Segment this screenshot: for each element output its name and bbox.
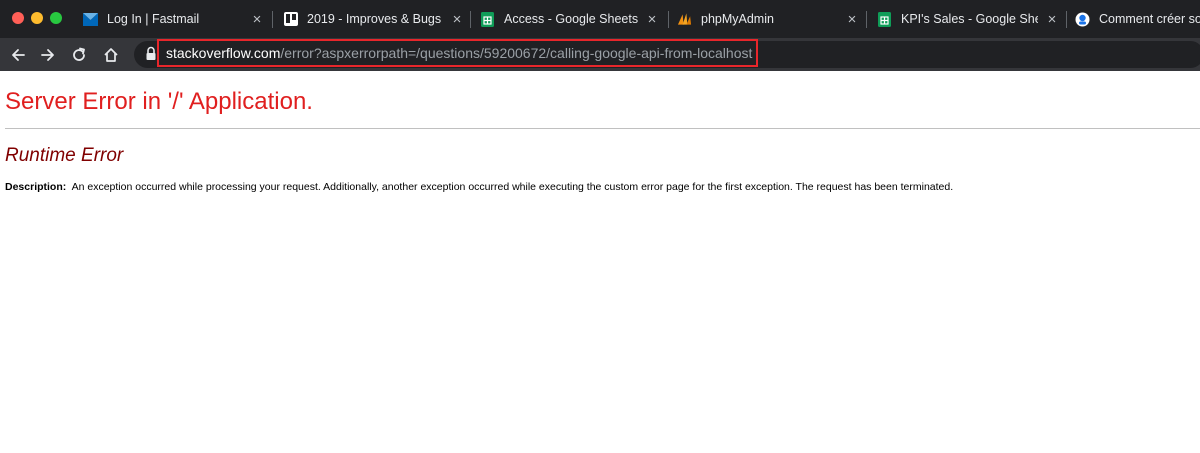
- error-description: Description: An exception occurred while…: [5, 181, 953, 193]
- home-icon: [104, 47, 118, 62]
- reload-icon: [73, 47, 85, 61]
- divider: [5, 128, 1200, 129]
- google-sheets-icon: [877, 11, 892, 27]
- google-sheets-icon: [480, 11, 495, 27]
- tab-close-icon[interactable]: ×: [644, 11, 660, 28]
- reload-button[interactable]: [66, 38, 92, 71]
- phpmyadmin-icon: [677, 12, 692, 27]
- page-icon: [1075, 12, 1090, 27]
- tab-kpi-sales-google-sheets[interactable]: KPI's Sales - Google Sheet ×: [877, 0, 1060, 38]
- tab-separator: [272, 11, 273, 28]
- tab-title: phpMyAdmin: [701, 12, 774, 26]
- tab-trello[interactable]: 2019 - Improves & Bugs | T ×: [283, 0, 465, 38]
- description-label: Description:: [5, 181, 67, 193]
- url-text[interactable]: stackoverflow.com/error?aspxerrorpath=/q…: [157, 39, 758, 67]
- page-title: Server Error in '/' Application.: [5, 88, 313, 115]
- url-host: stackoverflow.com: [166, 45, 281, 61]
- tab-title: Comment créer son: [1099, 12, 1200, 26]
- tab-separator: [1066, 11, 1067, 28]
- tab-close-icon[interactable]: ×: [449, 11, 465, 28]
- window-minimize-button[interactable]: [31, 12, 43, 24]
- tab-phpmyadmin[interactable]: phpMyAdmin ×: [677, 0, 860, 38]
- url-path: /error?aspxerrorpath=/questions/59200672…: [280, 45, 753, 61]
- tab-separator: [866, 11, 867, 28]
- tab-access-google-sheets[interactable]: Access - Google Sheets ×: [480, 0, 660, 38]
- forward-button[interactable]: [35, 38, 61, 71]
- tab-close-icon[interactable]: ×: [1044, 11, 1060, 28]
- tab-comment-creer[interactable]: Comment créer son: [1075, 0, 1200, 38]
- tab-close-icon[interactable]: ×: [249, 11, 265, 28]
- home-button[interactable]: [98, 38, 124, 71]
- back-arrow-icon: [12, 48, 25, 61]
- error-heading: Runtime Error: [5, 145, 124, 166]
- tab-title: 2019 - Improves & Bugs | T: [307, 12, 443, 26]
- tab-title: Log In | Fastmail: [107, 12, 200, 26]
- trello-icon: [283, 12, 298, 27]
- tab-title: KPI's Sales - Google Sheet: [901, 12, 1038, 26]
- fastmail-icon: [83, 12, 98, 27]
- back-button[interactable]: [5, 38, 31, 71]
- forward-arrow-icon: [41, 48, 54, 61]
- tab-close-icon[interactable]: ×: [844, 11, 860, 28]
- tab-separator: [470, 11, 471, 28]
- description-text: An exception occurred while processing y…: [71, 181, 954, 193]
- tab-separator: [668, 11, 669, 28]
- window-close-button[interactable]: [12, 12, 24, 24]
- tab-strip: Log In | Fastmail × 2019 - Improves & Bu…: [0, 0, 1200, 38]
- tab-fastmail[interactable]: Log In | Fastmail ×: [83, 0, 265, 38]
- window-maximize-button[interactable]: [50, 12, 62, 24]
- tab-title: Access - Google Sheets: [504, 12, 638, 26]
- lock-icon: [145, 46, 157, 62]
